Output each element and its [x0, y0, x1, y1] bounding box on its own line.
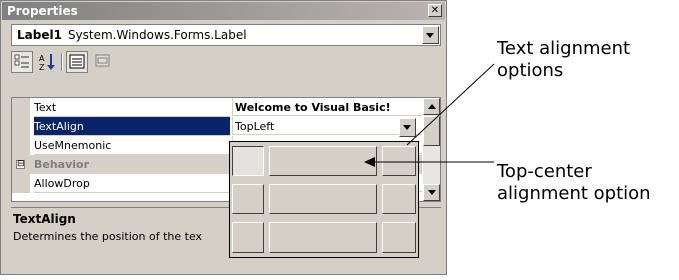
callout-lines: [364, 63, 495, 167]
callout-arrowhead: [364, 157, 375, 167]
callout-line-alignment-options: [406, 63, 495, 146]
